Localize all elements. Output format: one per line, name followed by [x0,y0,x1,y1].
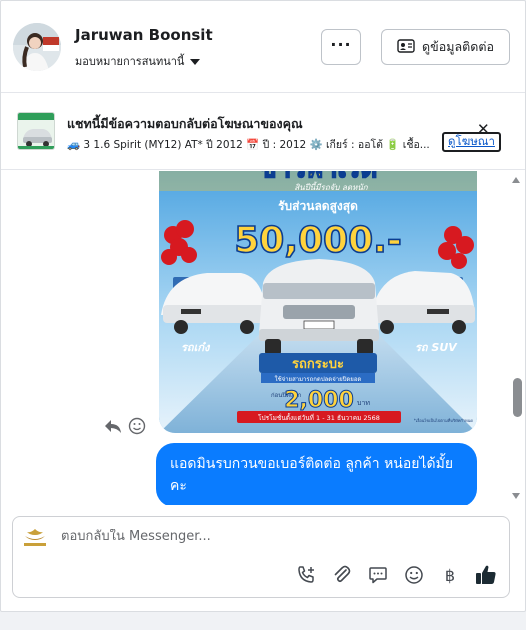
reply-input[interactable] [61,529,491,544]
assign-conversation-dropdown[interactable]: มอบหมายการสนทนานี้ [75,52,201,70]
message-actions [104,417,146,439]
ad-reply-banner: แชทนี้มีข้อความตอบกลับต่อโฆษณาของคุณ 🚙 3… [1,94,525,170]
ad-reply-title: แชทนี้มีข้อความตอบกลับต่อโฆษณาของคุณ [67,116,303,131]
contact-card-icon [397,38,415,56]
view-ad-link[interactable]: ดูโฆษณา [442,132,501,152]
assign-label: มอบหมายการสนทนานี้ [75,55,185,68]
page-logo [21,527,49,549]
thread-scrollbar[interactable] [509,171,525,505]
scroll-down-arrow-icon[interactable] [512,493,520,499]
view-contact-info-button[interactable]: ดูข้อมูลติดต่อ [381,29,510,65]
ad-thumbnail[interactable] [17,112,55,150]
messenger-conversation-panel: Jaruwan Boonsit มอบหมายการสนทนานี้ ··· ด… [0,0,526,612]
baht-icon[interactable]: ฿ [439,564,461,586]
saved-reply-icon[interactable] [367,564,389,586]
more-options-button[interactable]: ··· [321,29,361,65]
reply-icon[interactable] [104,418,122,438]
ad-right-tag: รถ SUV [415,341,458,354]
ad-left-tag: รถเก๋ง [181,341,211,354]
message-composer: ฿ [12,516,510,598]
conversation-header: Jaruwan Boonsit มอบหมายการสนทนานี้ ··· ด… [1,1,525,93]
chevron-down-icon [190,58,201,65]
ad-discount-label: รับส่วนลดสูงสุด [278,199,358,214]
call-add-icon[interactable] [295,564,317,586]
ad-promo-dates: โปรโมชั่นตั้งแต่วันที่ 1 - 31 ธันวาคม 25… [258,413,380,422]
emoji-react-icon[interactable] [128,417,146,439]
ad-price-unit: บาท [357,399,370,407]
contact-info-label: ดูข้อมูลติดต่อ [422,39,494,54]
ad-center-label: รถกระบะ [292,357,344,372]
ad-discount-amount: 50,000.- [234,220,402,261]
scrollbar-thumb[interactable] [513,378,522,417]
contact-name[interactable]: Jaruwan Boonsit [75,26,213,44]
scroll-up-arrow-icon[interactable] [512,177,520,183]
composer-toolbar: ฿ [295,564,497,586]
contact-avatar[interactable] [13,23,61,71]
ad-reply-details: 🚙 3 1.6 Spirit (MY12) AT* ปี 2012 📅 ปี :… [67,139,430,151]
ad-tagline: สินปีนี้มีรถจับ ลดหนัก [294,181,368,192]
attach-icon[interactable] [331,564,353,586]
shared-ad-image[interactable]: ข่าวพาเรด สินปีนี้มีรถจับ ลดหนัก รับส่วน… [159,171,477,433]
ad-footer-note: *เงื่อนไขเป็นไปตามที่บริษัทกำหนด [414,417,474,423]
emoji-icon[interactable] [403,564,425,586]
message-thread[interactable]: ข่าวพาเรด สินปีนี้มีรถจับ ลดหนัก รับส่วน… [1,171,525,505]
thumbs-up-icon[interactable] [475,564,497,586]
more-icon: ··· [330,35,352,54]
ad-price-value: 2,000 [284,388,354,413]
ad-center-sub: ใช้จ่ายสามารถกดปลดจ่ายปิดยอด [275,375,362,383]
outgoing-message-bubble[interactable]: แอดมินรบกวนขอเบอร์ติดต่อ ลูกค้า หน่อยได้… [156,443,477,505]
